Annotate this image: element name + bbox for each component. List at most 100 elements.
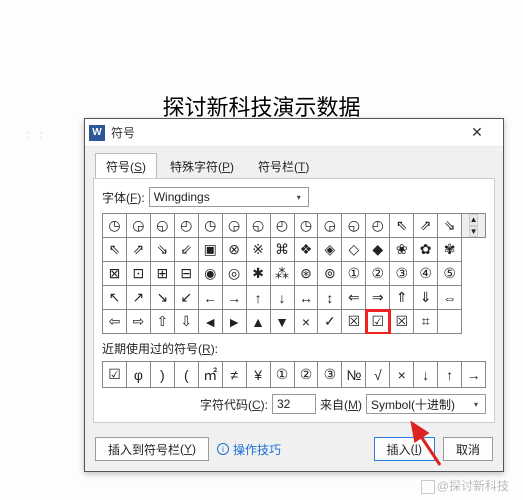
- symbol-cell[interactable]: ⊠: [103, 262, 127, 286]
- recent-symbol-cell[interactable]: ↑: [438, 362, 462, 388]
- symbol-cell[interactable]: ◄: [199, 310, 223, 334]
- recent-symbol-cell[interactable]: №: [342, 362, 366, 388]
- symbol-cell[interactable]: ⇘: [151, 238, 175, 262]
- symbol-cell[interactable]: ✓: [318, 310, 342, 334]
- symbol-cell[interactable]: ◷: [103, 214, 127, 238]
- recent-symbol-cell[interactable]: ㎡: [199, 362, 223, 388]
- symbol-cell[interactable]: ◴: [271, 214, 295, 238]
- recent-symbol-cell[interactable]: ×: [390, 362, 414, 388]
- tab-s[interactable]: 符号(S): [95, 153, 157, 178]
- symbol-cell[interactable]: ④: [414, 262, 438, 286]
- symbol-cell[interactable]: ◶: [127, 214, 151, 238]
- symbol-cell[interactable]: ⇧: [151, 310, 175, 334]
- symbol-cell[interactable]: ☒: [390, 310, 414, 334]
- symbol-cell[interactable]: ◈: [318, 238, 342, 262]
- symbol-cell[interactable]: ◵: [247, 214, 271, 238]
- symbol-cell[interactable]: ⇦: [103, 310, 127, 334]
- symbol-cell[interactable]: ◶: [318, 214, 342, 238]
- symbol-cell[interactable]: ↑: [247, 286, 271, 310]
- recent-symbol-cell[interactable]: ↓: [414, 362, 438, 388]
- recent-symbol-cell[interactable]: (: [175, 362, 199, 388]
- symbol-cell[interactable]: ❀: [390, 238, 414, 262]
- recent-symbol-cell[interactable]: →: [462, 362, 486, 388]
- recent-symbol-cell[interactable]: ☑: [103, 362, 127, 388]
- symbol-cell[interactable]: ↙: [175, 286, 199, 310]
- recent-symbol-cell[interactable]: ①: [271, 362, 295, 388]
- symbol-cell[interactable]: ⌘: [271, 238, 295, 262]
- tab-p[interactable]: 特殊字符(P): [159, 153, 245, 178]
- symbol-cell[interactable]: ↗: [127, 286, 151, 310]
- symbol-cell[interactable]: ↕: [318, 286, 342, 310]
- symbol-cell[interactable]: ⇔: [438, 286, 462, 310]
- symbol-cell[interactable]: ※: [247, 238, 271, 262]
- tips-link[interactable]: i 操作技巧: [217, 441, 281, 458]
- symbol-cell[interactable]: ⇓: [414, 286, 438, 310]
- symbol-cell[interactable]: ⇩: [175, 310, 199, 334]
- symbol-cell[interactable]: ❖: [295, 238, 319, 262]
- symbol-cell[interactable]: ⇒: [366, 286, 390, 310]
- symbol-cell[interactable]: ◴: [366, 214, 390, 238]
- symbol-cell[interactable]: ⇘: [438, 214, 462, 238]
- recent-symbol-cell[interactable]: ¥: [247, 362, 271, 388]
- insert-button[interactable]: 插入(I): [374, 437, 435, 461]
- tab-t[interactable]: 符号栏(T): [247, 153, 320, 178]
- symbol-cell[interactable]: ⇗: [127, 238, 151, 262]
- symbol-cell[interactable]: ⇨: [127, 310, 151, 334]
- symbol-cell[interactable]: ☒: [342, 310, 366, 334]
- scroll-down-icon[interactable]: ▼: [469, 226, 479, 238]
- symbol-cell[interactable]: ②: [366, 262, 390, 286]
- symbol-cell[interactable]: ⊗: [223, 238, 247, 262]
- insert-to-bar-button[interactable]: 插入到符号栏(Y): [95, 437, 209, 461]
- scroll-up-icon[interactable]: ▲: [469, 214, 479, 226]
- symbol-cell[interactable]: ✱: [247, 262, 271, 286]
- recent-symbol-cell[interactable]: ): [151, 362, 175, 388]
- symbol-cell[interactable]: ☑: [366, 310, 390, 334]
- symbol-cell[interactable]: [438, 310, 462, 334]
- symbol-cell[interactable]: ▲: [247, 310, 271, 334]
- recent-symbol-cell[interactable]: φ: [127, 362, 151, 388]
- symbol-cell[interactable]: ▼: [271, 310, 295, 334]
- cancel-button[interactable]: 取消: [443, 437, 493, 461]
- symbol-cell[interactable]: ⊞: [151, 262, 175, 286]
- symbol-cell[interactable]: ⇐: [342, 286, 366, 310]
- symbol-cell[interactable]: ⊡: [127, 262, 151, 286]
- symbol-cell[interactable]: ◴: [175, 214, 199, 238]
- recent-symbol-cell[interactable]: ≠: [223, 362, 247, 388]
- symbol-cell[interactable]: ⑤: [438, 262, 462, 286]
- symbol-cell[interactable]: ①: [342, 262, 366, 286]
- symbol-cell[interactable]: ↓: [271, 286, 295, 310]
- symbol-cell[interactable]: ⊚: [318, 262, 342, 286]
- symbol-cell[interactable]: ③: [390, 262, 414, 286]
- symbol-cell[interactable]: ✿: [414, 238, 438, 262]
- symbol-cell[interactable]: ◷: [199, 214, 223, 238]
- symbol-cell[interactable]: ×: [295, 310, 319, 334]
- symbol-cell[interactable]: ⇑: [390, 286, 414, 310]
- symbol-cell[interactable]: ⇖: [390, 214, 414, 238]
- symbol-cell[interactable]: ◆: [366, 238, 390, 262]
- symbol-cell[interactable]: ⇖: [103, 238, 127, 262]
- symbol-cell[interactable]: ◷: [295, 214, 319, 238]
- symbol-cell[interactable]: ►: [223, 310, 247, 334]
- symbol-cell[interactable]: ↘: [151, 286, 175, 310]
- char-code-input[interactable]: 32: [272, 394, 316, 414]
- font-select[interactable]: Wingdings ▾: [149, 187, 309, 207]
- symbol-cell[interactable]: →: [223, 286, 247, 310]
- symbol-cell[interactable]: ▣: [199, 238, 223, 262]
- symbol-cell[interactable]: ←: [199, 286, 223, 310]
- symbol-cell[interactable]: ⊟: [175, 262, 199, 286]
- symbol-cell[interactable]: ◎: [223, 262, 247, 286]
- symbol-cell[interactable]: ↔: [295, 286, 319, 310]
- symbol-cell[interactable]: ⇗: [414, 214, 438, 238]
- symbol-cell[interactable]: ◉: [199, 262, 223, 286]
- recent-symbol-cell[interactable]: ③: [318, 362, 342, 388]
- grid-scrollbar[interactable]: ▲▼: [462, 214, 486, 238]
- symbol-cell[interactable]: ◇: [342, 238, 366, 262]
- close-button[interactable]: ✕: [457, 124, 497, 141]
- symbol-cell[interactable]: ↖: [103, 286, 127, 310]
- symbol-cell[interactable]: ◵: [342, 214, 366, 238]
- from-select[interactable]: Symbol(十进制) ▾: [366, 394, 486, 414]
- symbol-cell[interactable]: ⁂: [271, 262, 295, 286]
- symbol-cell[interactable]: ◶: [223, 214, 247, 238]
- symbol-cell[interactable]: ⇙: [175, 238, 199, 262]
- recent-symbol-cell[interactable]: √: [366, 362, 390, 388]
